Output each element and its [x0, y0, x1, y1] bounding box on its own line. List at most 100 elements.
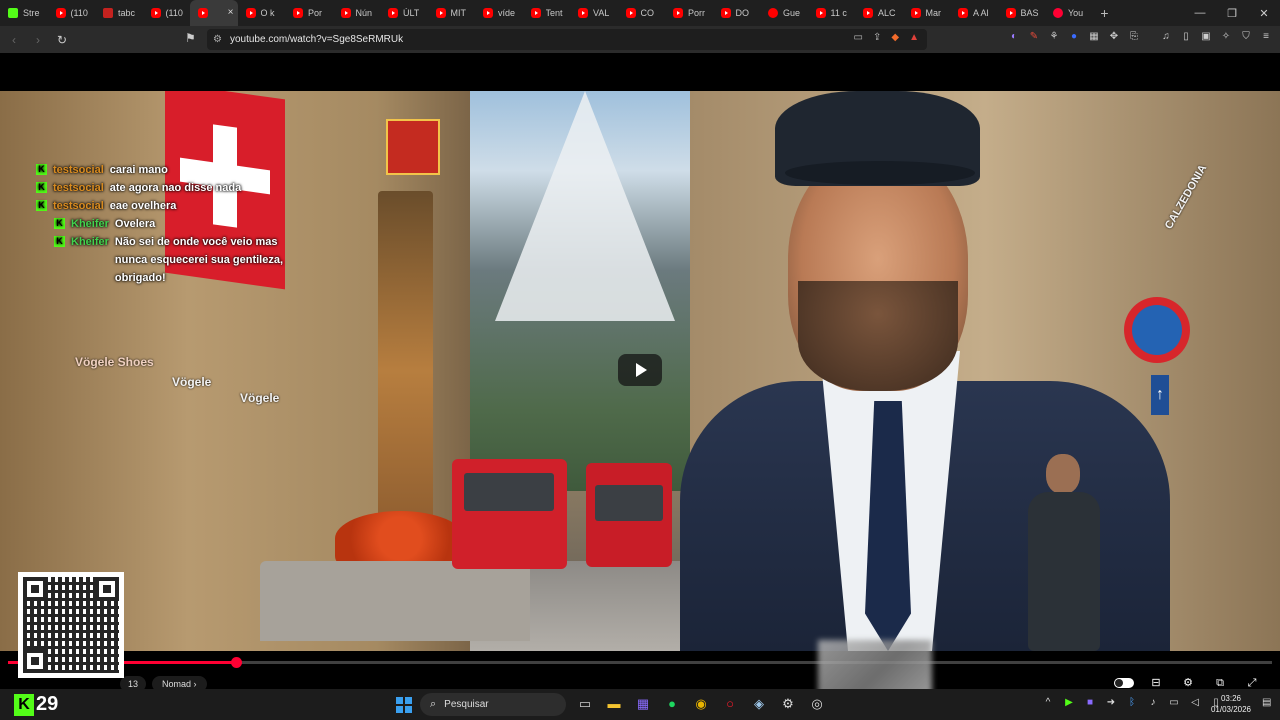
site-info-icon[interactable]: ⚙ — [213, 34, 222, 45]
spotify-icon[interactable]: ● — [663, 694, 681, 714]
browser-tab[interactable]: Nún — [333, 0, 381, 26]
chat-username: testsocial — [53, 200, 104, 212]
reload-icon[interactable]: ↻ — [52, 30, 72, 50]
tab-label: MIT — [450, 8, 467, 18]
browser-tab[interactable]: VAL — [570, 0, 618, 26]
taskbar-search[interactable]: ⌕ Pesquisar — [420, 693, 566, 716]
tab-strip: Stre (110 tabc (110 × O k Por Nún ÚLT MIT víde Tent… — [0, 0, 1280, 26]
screenshot-icon[interactable]: ⎘ — [1128, 31, 1140, 43]
extension-icon[interactable]: ✎ — [1028, 31, 1040, 43]
browser-tab[interactable]: ÚLT — [380, 0, 428, 26]
qr-code — [18, 572, 124, 678]
scene-tram — [452, 459, 567, 569]
cast-icon[interactable]: ▭ — [854, 32, 863, 43]
extensions-puzzle-icon[interactable]: ✥ — [1108, 31, 1120, 43]
new-tab-button[interactable]: + — [1093, 5, 1117, 21]
media-icon[interactable]: ♫ — [1160, 31, 1172, 43]
autoplay-toggle[interactable] — [1114, 678, 1134, 688]
browser-tab[interactable]: MIT — [428, 0, 476, 26]
browser-tab[interactable]: ALC — [855, 0, 903, 26]
browser-tab[interactable]: BAS — [998, 0, 1046, 26]
app-icon[interactable]: ◎ — [808, 694, 826, 714]
extension-icon[interactable]: ▦ — [1088, 31, 1100, 43]
menu-icon[interactable]: ≡ — [1260, 31, 1272, 43]
brave-rewards-icon[interactable]: ▲ — [909, 32, 919, 43]
tab-label: ÚLT — [403, 8, 420, 18]
browser-tab[interactable]: CO — [618, 0, 666, 26]
wallet-icon[interactable]: ▣ — [1200, 31, 1212, 43]
youtube-favicon-icon — [1053, 8, 1063, 18]
browser-tab[interactable]: víde — [475, 0, 523, 26]
share-icon[interactable]: ⇪ — [873, 32, 881, 43]
chat-message: K Kheifer Não sei de onde você veio mas nu… — [36, 233, 296, 287]
tab-label: A Al — [973, 8, 989, 18]
browser-tab[interactable]: O k — [238, 0, 286, 26]
vpn-icon[interactable]: ⛉ — [1240, 31, 1252, 43]
stream-chat-overlay: Ktestsocial carai mano Ktestsocial ate agor… — [36, 161, 296, 287]
browser-tab[interactable]: Tent — [523, 0, 571, 26]
chevron-up-icon[interactable]: ^ — [1042, 697, 1054, 708]
chat-message: Ktestsocial carai mano — [36, 161, 296, 179]
steam-icon[interactable]: ◈ — [750, 694, 768, 714]
taskbar-clock[interactable]: 03:26 01/03/2026 — [1206, 693, 1256, 715]
pinned-apps: ▭ ▬ ▦ ● ◉ ○ ◈ ⚙ ◎ — [576, 694, 826, 714]
apps-grid-icon[interactable]: ▦ — [634, 694, 652, 714]
tray-app-icon[interactable]: ➜ — [1105, 697, 1117, 708]
network-icon[interactable]: ▭ — [1168, 697, 1180, 708]
close-window-icon[interactable]: ✕ — [1248, 0, 1280, 26]
restore-icon[interactable]: ❐ — [1216, 0, 1248, 26]
browser-tab[interactable]: Gue — [760, 0, 808, 26]
address-bar[interactable]: ⚙ youtube.com/watch?v=Sge8SeRMRUk ▭ ⇪ ◆ … — [207, 29, 927, 50]
progress-bar[interactable] — [8, 657, 1272, 668]
browser-tab[interactable]: tabc — [95, 0, 143, 26]
extension-icon[interactable]: ◐ — [1008, 31, 1020, 43]
sidebar-icon[interactable]: ▯ — [1180, 31, 1192, 43]
tray-app-icon[interactable]: ■ — [1084, 697, 1096, 708]
browser-tab[interactable]: (110 — [143, 0, 191, 26]
bluetooth-icon[interactable]: ᛒ — [1126, 697, 1138, 708]
tab-label: Tent — [545, 8, 563, 18]
chrome-icon[interactable]: ◉ — [692, 694, 710, 714]
chat-message-text: ate agora nao disse nada — [109, 182, 242, 194]
browser-tab[interactable]: You — [1045, 0, 1093, 26]
store-sign: Vögele — [240, 391, 280, 405]
scene-fountain-basin — [260, 561, 530, 641]
windows-start-icon[interactable] — [396, 697, 412, 713]
microphone-icon[interactable]: ♪ — [1147, 697, 1159, 708]
browser-tab[interactable]: Por — [285, 0, 333, 26]
browser-tab[interactable]: 11 c — [808, 0, 856, 26]
tab-label: ALC — [878, 8, 896, 18]
browser-tab[interactable]: × — [190, 0, 238, 26]
leo-ai-icon[interactable]: ✧ — [1220, 31, 1232, 43]
back-icon[interactable]: ‹ — [4, 30, 24, 50]
browser-tab[interactable]: (110 — [48, 0, 96, 26]
tab-label: tabc — [118, 8, 136, 18]
close-tab-icon[interactable]: × — [228, 7, 234, 18]
play-icon[interactable] — [618, 354, 662, 386]
browser-tab[interactable]: DO — [713, 0, 761, 26]
browser-tab[interactable]: Mar — [903, 0, 951, 26]
app-icon[interactable]: ⚙ — [779, 694, 797, 714]
opera-icon[interactable]: ○ — [721, 694, 739, 714]
tab-label: You — [1068, 8, 1084, 18]
screen: Stre (110 tabc (110 × O k Por Nún ÚLT MIT víde Tent… — [0, 0, 1280, 720]
notifications-icon[interactable]: ▤ — [1262, 697, 1271, 708]
progress-scrubber[interactable] — [230, 657, 242, 668]
clock-date: 01/03/2026 — [1210, 705, 1252, 714]
brave-shields-icon[interactable]: ◆ — [891, 32, 899, 43]
volume-icon[interactable]: ◁ — [1189, 697, 1201, 708]
tab-label: Stre — [23, 8, 40, 18]
forward-icon[interactable]: › — [28, 30, 48, 50]
file-explorer-icon[interactable]: ▬ — [605, 694, 623, 714]
browser-tab[interactable]: Stre — [0, 0, 48, 26]
scene-fountain-statue — [378, 191, 433, 551]
task-view-icon[interactable]: ▭ — [576, 694, 594, 714]
browser-tab[interactable]: A Al — [950, 0, 998, 26]
extension-icon[interactable]: ⚘ — [1048, 31, 1060, 43]
store-sign: Vögele Shoes — [75, 355, 154, 369]
browser-tab[interactable]: Porr — [665, 0, 713, 26]
bookmark-icon[interactable]: ⚑ — [185, 31, 196, 45]
minimize-icon[interactable]: — — [1184, 0, 1216, 26]
extension-icon[interactable]: ● — [1068, 31, 1080, 43]
tray-app-icon[interactable]: ▶ — [1063, 697, 1075, 708]
